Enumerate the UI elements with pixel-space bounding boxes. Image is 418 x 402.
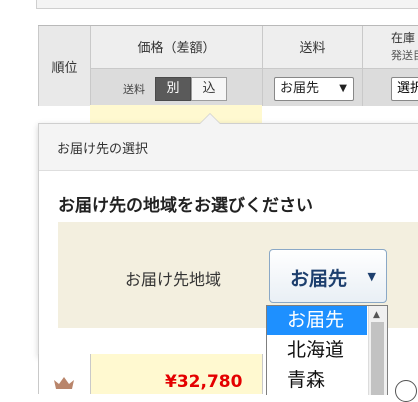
- price-column-header: 価格（差額）: [90, 26, 262, 68]
- price-highlight-cell: [90, 105, 262, 125]
- region-label: お届け先地域: [125, 270, 222, 289]
- shipping-toggle-label: 送料: [123, 83, 145, 96]
- rank-cell: [38, 354, 91, 394]
- popup-pointer-fill: [200, 114, 220, 124]
- scroll-up-icon[interactable]: ▲: [373, 310, 380, 320]
- scrollbar-thumb[interactable]: [371, 322, 384, 395]
- region-select-value: お届先: [290, 268, 348, 290]
- stock-status-icon: [395, 380, 417, 402]
- destination-select-value: お届先: [280, 81, 320, 96]
- stock-select-button[interactable]: 選択: [391, 77, 418, 101]
- price-cell: ¥32,780: [90, 354, 263, 394]
- dropdown-option[interactable]: 青森: [267, 366, 367, 395]
- shipping-header-label: 送料: [299, 41, 326, 56]
- ranking-table-header: 順位 価格（差額） 送料 別 込 送料 お届先 ▼ 在庫 発送目 選択: [38, 25, 418, 106]
- shipping-date-header-label: 発送目: [391, 49, 418, 62]
- tax-toggle-bar: 送料 別 込: [90, 68, 262, 106]
- rank-header-label: 順位: [51, 61, 78, 76]
- tax-excluded-toggle[interactable]: 別: [155, 77, 191, 101]
- dropdown-option[interactable]: 北海道: [267, 336, 367, 365]
- dropdown-scrollbar[interactable]: ▲: [368, 306, 387, 395]
- top-border-strip: [36, 0, 418, 9]
- stock-column-header: 在庫 発送目: [362, 26, 418, 68]
- destination-filter-bar: お届先 ▼: [262, 68, 362, 106]
- popup-header-label: お届け先の選択: [57, 142, 149, 157]
- region-dropdown-list[interactable]: お届先 北海道 青森 ▲: [266, 305, 388, 395]
- destination-select[interactable]: お届先 ▼: [274, 77, 354, 101]
- popup-header: お届け先の選択: [39, 124, 418, 171]
- price-header-label: 価格（差額）: [137, 41, 216, 56]
- tax-included-toggle[interactable]: 込: [191, 77, 227, 101]
- dropdown-arrow-icon: ▼: [339, 83, 347, 94]
- dropdown-option[interactable]: お届先: [267, 306, 367, 335]
- popup-title: お届け先の地域をお選びください: [58, 196, 313, 216]
- dropdown-arrow-icon: ▼: [367, 270, 376, 283]
- rank-column-header: 順位: [38, 26, 90, 106]
- region-select[interactable]: お届先 ▼: [269, 249, 387, 303]
- stock-header-label: 在庫: [391, 31, 416, 45]
- stock-filter-bar: 選択: [362, 68, 418, 106]
- product-price: ¥32,780: [165, 372, 243, 392]
- shipping-column-header: 送料: [262, 26, 362, 68]
- crown-icon: [54, 377, 74, 389]
- stock-cell: [386, 354, 418, 402]
